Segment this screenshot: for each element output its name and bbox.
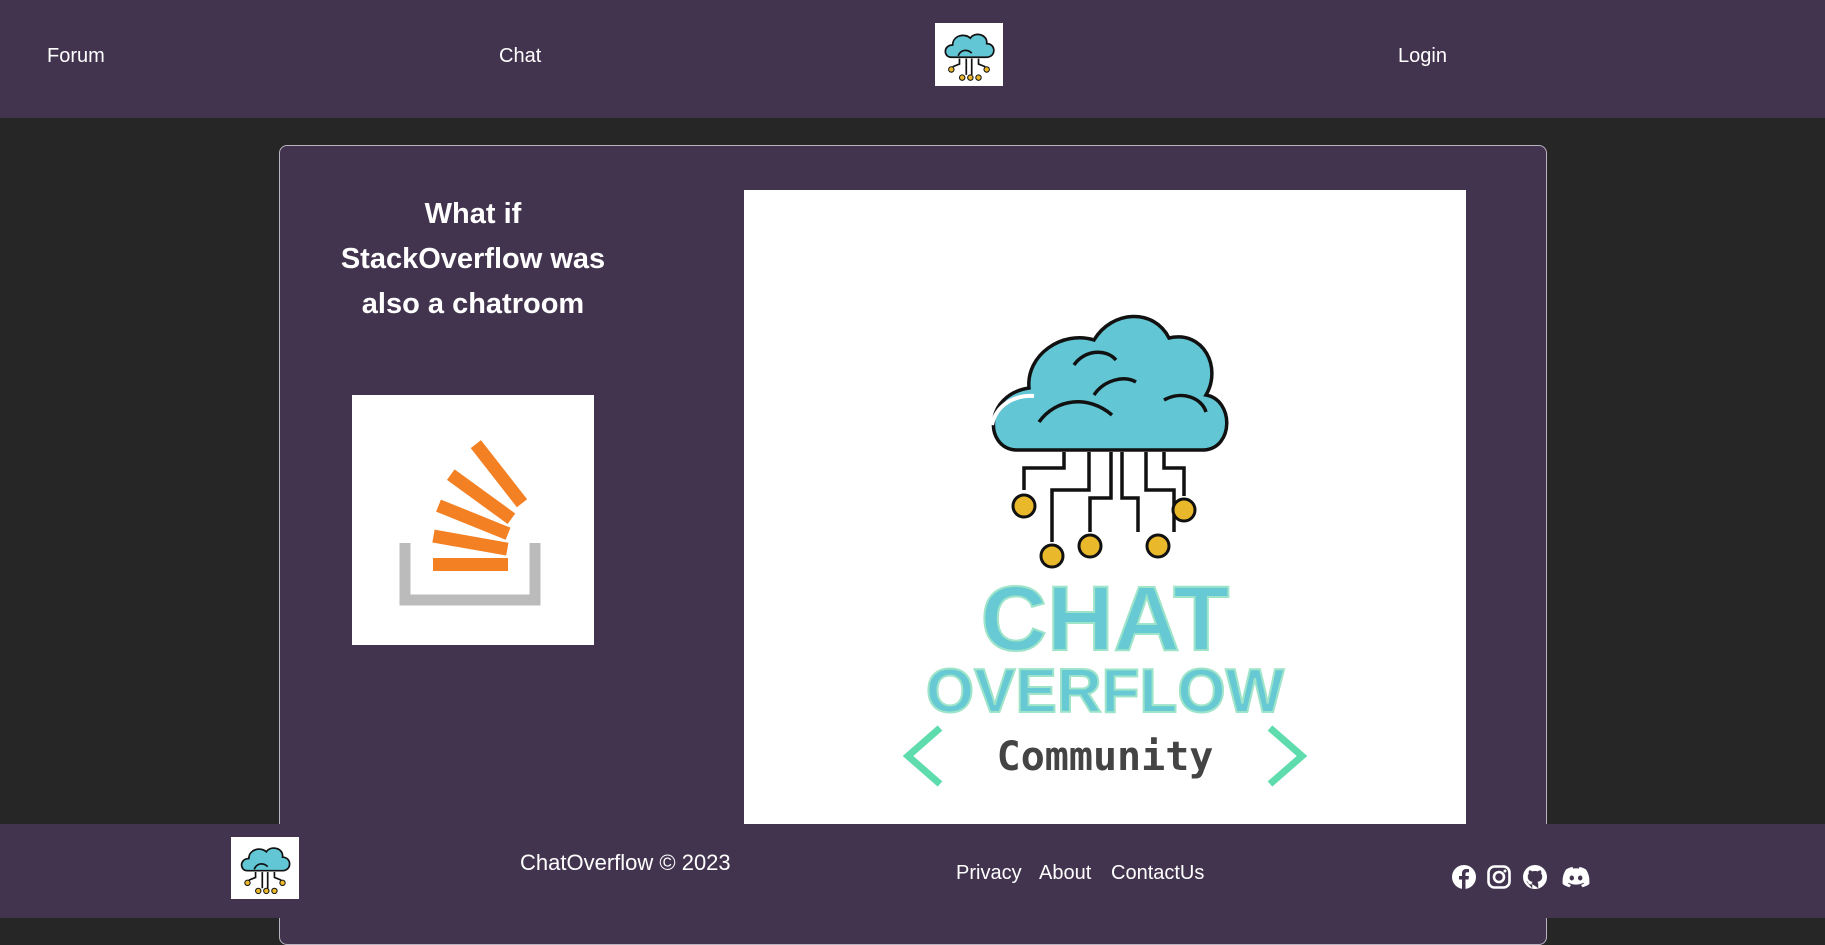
- chatoverflow-cloud-logo-icon: [240, 847, 291, 895]
- github-icon[interactable]: [1522, 864, 1548, 890]
- stackoverflow-logo-icon: [399, 440, 541, 606]
- chatoverflow-cloud-logo-icon: [944, 33, 995, 81]
- nav-chat-link[interactable]: Chat: [499, 45, 541, 68]
- left-chevron-icon: [902, 725, 943, 787]
- chatoverflow-hero-logo: CHAT OVERFLOW Community: [744, 190, 1466, 824]
- nav-forum-link[interactable]: Forum: [47, 45, 105, 68]
- footer-about-link[interactable]: About: [1039, 862, 1091, 885]
- footer-logo[interactable]: [231, 837, 299, 899]
- logo-title-text: CHAT: [981, 568, 1230, 670]
- right-chevron-icon: [1267, 725, 1308, 787]
- logo-community-text: Community: [997, 734, 1214, 780]
- footer-copyright: ChatOverflow © 2023: [520, 850, 731, 875]
- stackoverflow-logo-tile: [352, 395, 594, 645]
- login-link[interactable]: Login: [1398, 45, 1447, 68]
- facebook-icon[interactable]: [1451, 864, 1477, 890]
- header-logo[interactable]: [935, 23, 1003, 86]
- hero-tagline: What if StackOverflow was also a chatroo…: [340, 198, 606, 320]
- instagram-icon[interactable]: [1486, 864, 1512, 890]
- footer-privacy-link[interactable]: Privacy: [956, 862, 1022, 885]
- logo-subtitle-text: OVERFLOW: [926, 657, 1285, 726]
- chatoverflow-community-logo-icon: CHAT OVERFLOW Community: [902, 314, 1308, 787]
- discord-icon[interactable]: [1561, 864, 1591, 890]
- top-nav-bar: Forum Chat Login: [0, 0, 1825, 118]
- footer-contactus-link[interactable]: ContactUs: [1111, 862, 1204, 885]
